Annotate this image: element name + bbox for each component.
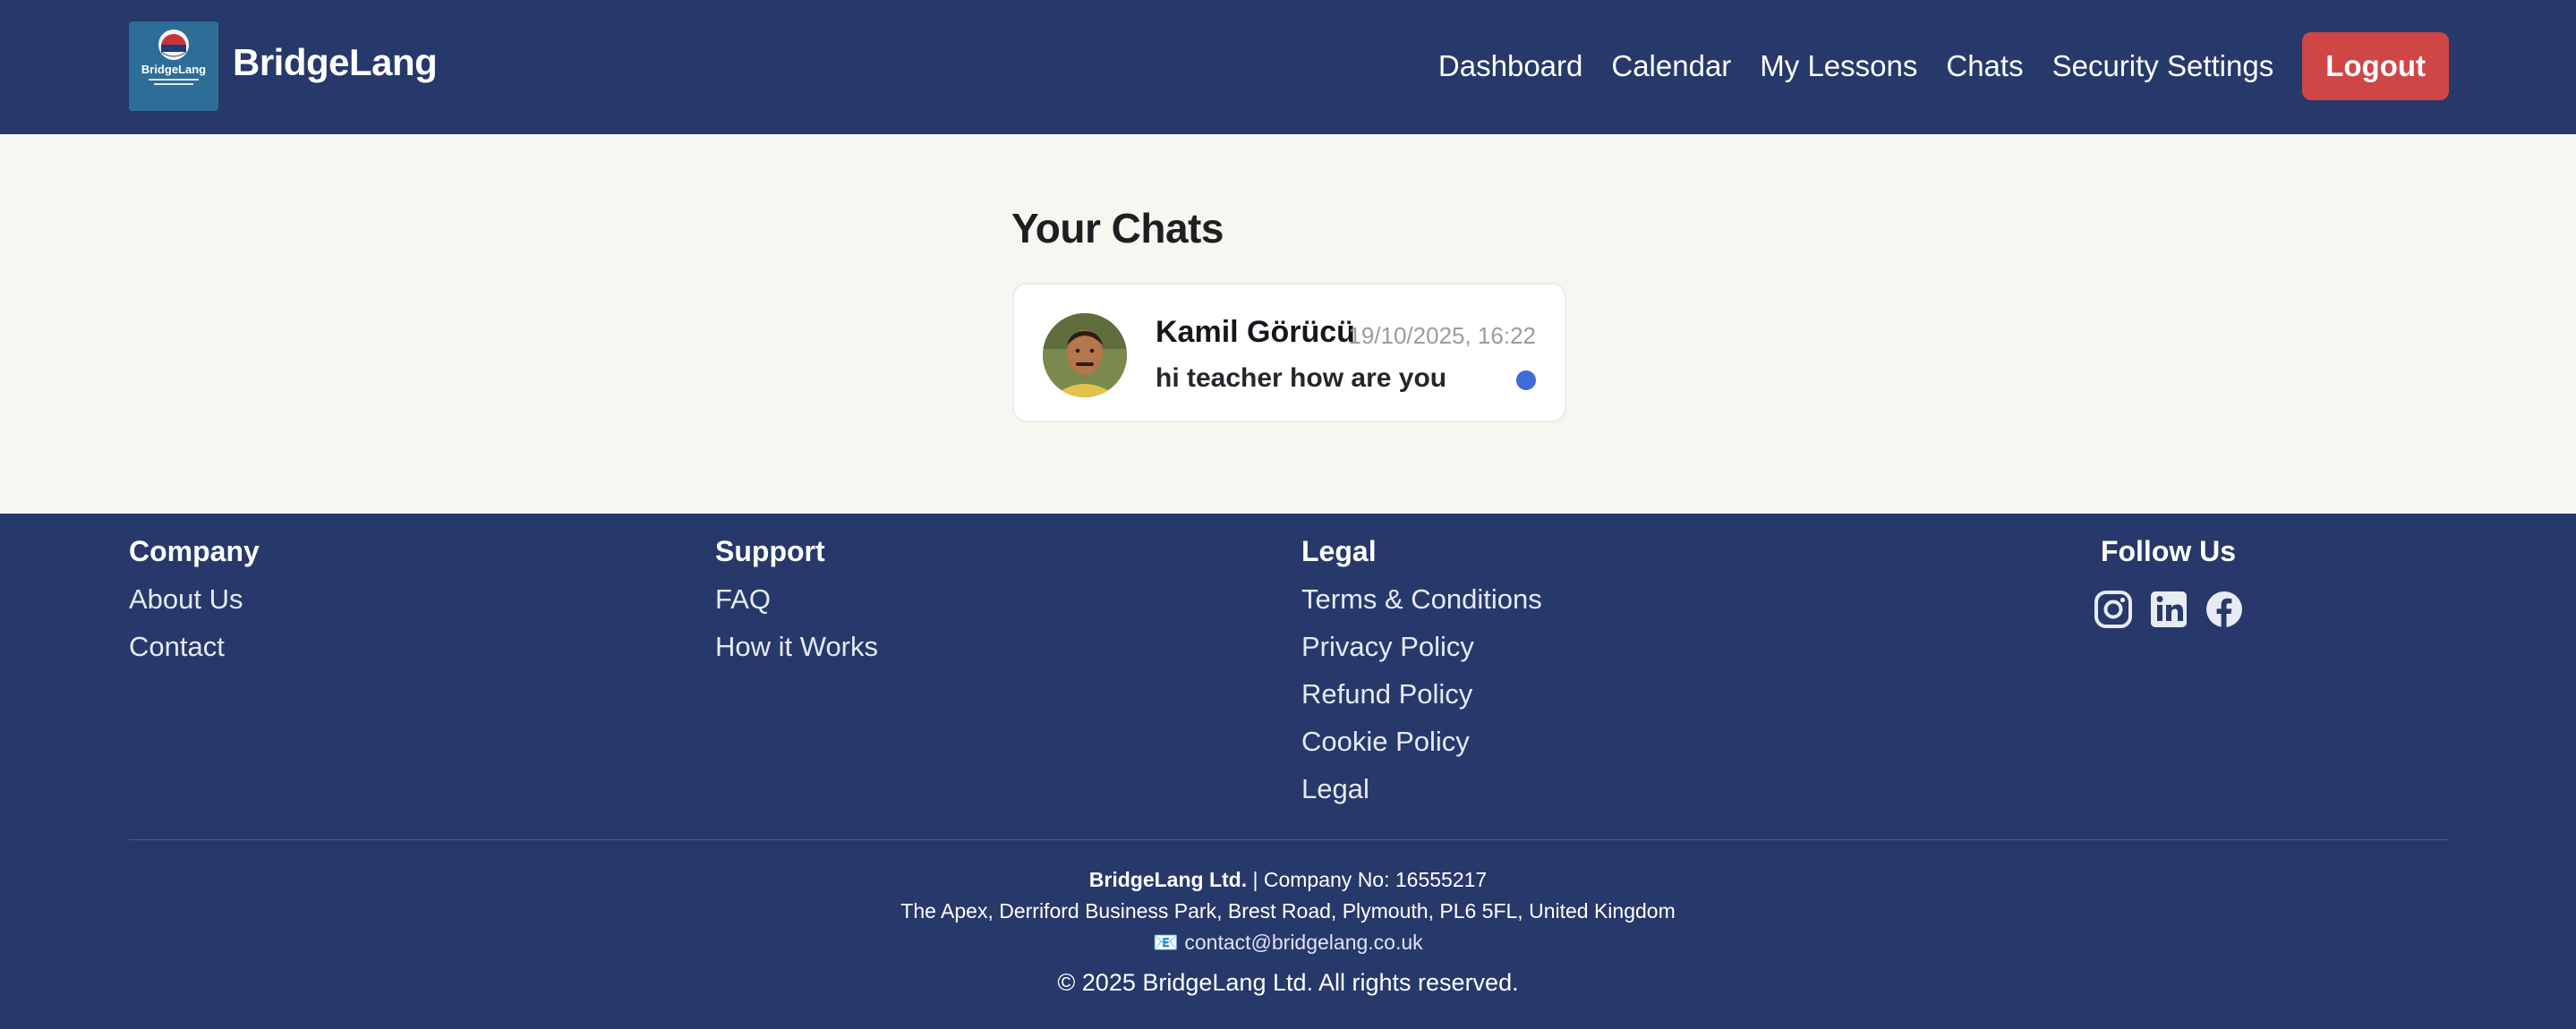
footer-follow-column: Follow Us: [2086, 535, 2251, 631]
footer-link-terms[interactable]: Terms & Conditions: [1301, 584, 1542, 615]
logo-wordmark: BridgeLang: [141, 63, 206, 76]
footer-link-about-us[interactable]: About Us: [129, 584, 260, 615]
footer-company-heading: Company: [129, 535, 260, 567]
main-nav: Dashboard Calendar My Lessons Chats Secu…: [1438, 32, 2449, 100]
logo-emblem-icon: BridgeLang: [129, 21, 218, 111]
nav-calendar[interactable]: Calendar: [1611, 49, 1731, 83]
footer-link-contact[interactable]: Contact: [129, 632, 260, 662]
brand-logo[interactable]: BridgeLang: [129, 21, 218, 111]
copyright-text: © 2025 BridgeLang Ltd. All rights reserv…: [1057, 969, 1519, 996]
top-navbar: BridgeLang BridgeLang Dashboard Calendar…: [0, 0, 2576, 134]
chat-timestamp: 19/10/2025, 16:22: [1348, 322, 1536, 349]
nav-chats[interactable]: Chats: [1946, 49, 2023, 83]
chat-list-item[interactable]: Kamil Görücü 19/10/2025, 16:22 hi teache…: [1012, 283, 1566, 422]
nav-my-lessons[interactable]: My Lessons: [1760, 49, 1917, 83]
logout-button[interactable]: Logout: [2302, 32, 2449, 100]
company-email-line: 📧 contact@bridgelang.co.uk: [0, 927, 2576, 958]
company-address: The Apex, Derriford Business Park, Brest…: [900, 899, 1676, 923]
nav-security-settings[interactable]: Security Settings: [2052, 49, 2274, 83]
contact-email-link[interactable]: contact@bridgelang.co.uk: [1184, 931, 1422, 954]
footer-follow-heading: Follow Us: [2100, 535, 2237, 567]
footer-legal-heading: Legal: [1301, 535, 1377, 567]
linkedin-icon[interactable]: [2147, 588, 2190, 631]
footer-link-legal[interactable]: Legal: [1301, 774, 1542, 804]
footer-divider: [129, 839, 2449, 840]
nav-dashboard[interactable]: Dashboard: [1438, 49, 1582, 83]
chat-last-message: hi teacher how are you: [1156, 363, 1447, 393]
footer-legal-info: BridgeLang Ltd. | Company No: 16555217 T…: [0, 864, 2576, 999]
footer-link-faq[interactable]: FAQ: [715, 584, 878, 615]
footer-support-column: Support FAQ How it Works: [715, 535, 878, 679]
footer-link-privacy-policy[interactable]: Privacy Policy: [1301, 632, 1542, 662]
avatar: [1043, 313, 1127, 397]
site-footer: Company About Us Contact Support FAQ How…: [0, 514, 2576, 1029]
social-links: [2086, 588, 2251, 631]
company-number: | Company No: 16555217: [1252, 868, 1488, 891]
footer-support-heading: Support: [715, 535, 825, 567]
company-name: BridgeLang Ltd.: [1088, 868, 1248, 891]
brand-name[interactable]: BridgeLang: [233, 41, 438, 84]
page-title: Your Chats: [1011, 205, 1224, 251]
email-icon: 📧: [1153, 931, 1179, 954]
facebook-icon[interactable]: [2203, 588, 2246, 631]
footer-link-refund-policy[interactable]: Refund Policy: [1301, 679, 1542, 710]
user-avatar-icon: [1043, 313, 1127, 397]
instagram-icon[interactable]: [2092, 588, 2135, 631]
footer-company-column: Company About Us Contact: [129, 535, 260, 679]
company-info-line: BridgeLang Ltd. | Company No: 16555217: [0, 864, 2576, 896]
footer-link-cookie-policy[interactable]: Cookie Policy: [1301, 727, 1542, 757]
footer-link-how-it-works[interactable]: How it Works: [715, 632, 878, 662]
footer-legal-column: Legal Terms & Conditions Privacy Policy …: [1301, 535, 1542, 821]
unread-indicator: [1516, 370, 1536, 390]
main-content: Your Chats Kamil Görücü 19/10/2025, 16:2…: [0, 134, 2576, 514]
chat-contact-name: Kamil Görücü: [1156, 315, 1355, 349]
